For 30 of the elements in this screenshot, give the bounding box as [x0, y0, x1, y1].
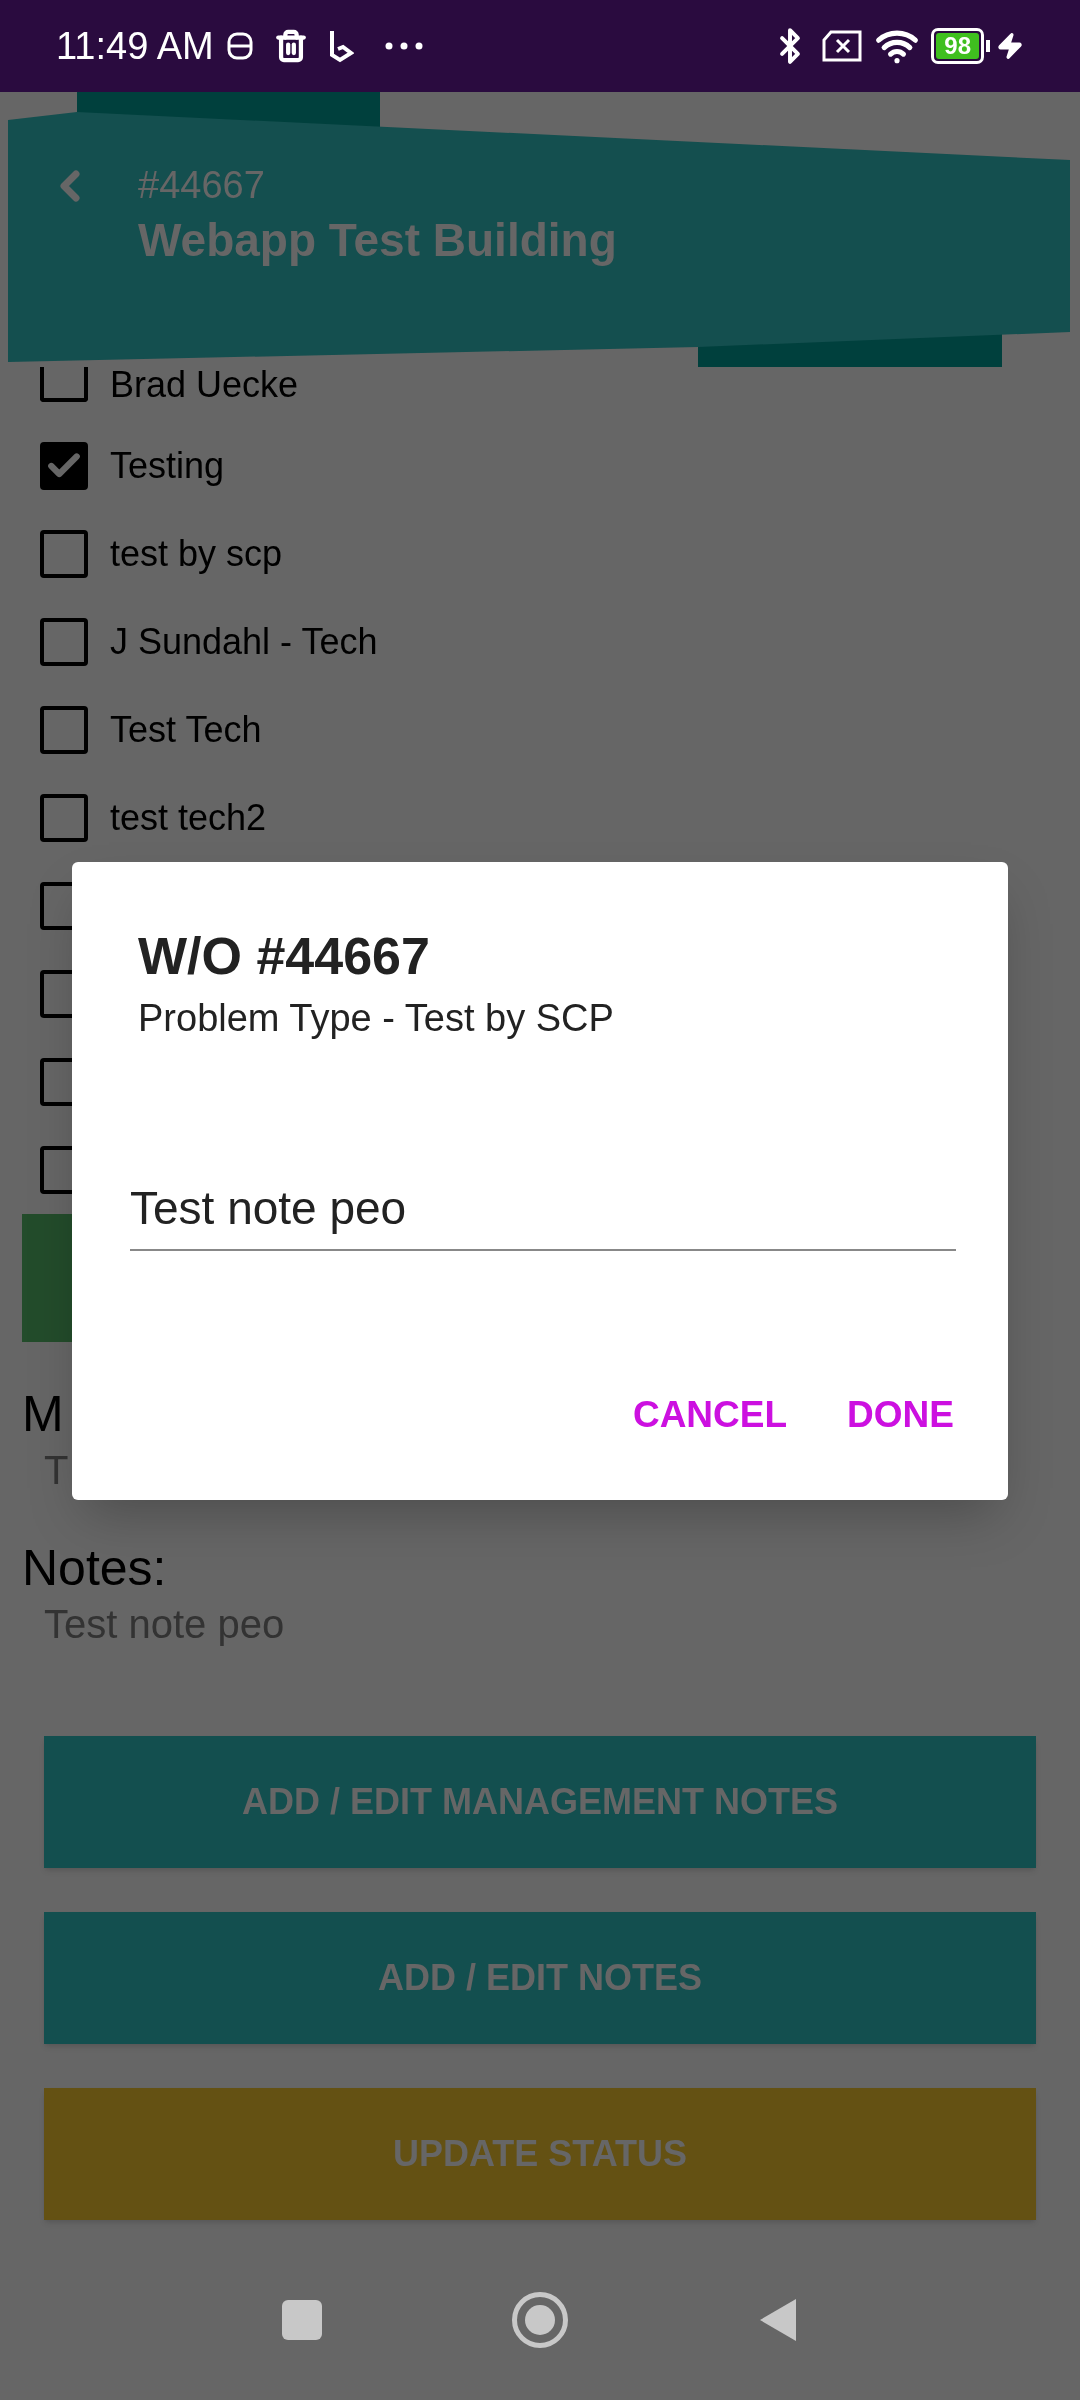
building-title: Webapp Test Building: [138, 213, 617, 268]
dialog-action-button[interactable]: CANCEL: [608, 1372, 812, 1456]
home-icon[interactable]: [512, 2292, 568, 2348]
technician-label: test tech2: [110, 796, 267, 840]
section-label: M: [22, 1385, 64, 1444]
back-icon[interactable]: [758, 2297, 798, 2343]
technician-label: Test Tech: [110, 708, 262, 752]
dialog-title: W/O #44667: [138, 926, 431, 987]
checkbox[interactable]: [40, 442, 88, 490]
notes-label: Notes:: [22, 1539, 168, 1598]
checkbox[interactable]: [40, 706, 88, 754]
robot-icon: [225, 30, 254, 62]
checkbox[interactable]: [40, 367, 88, 402]
checkbox[interactable]: [40, 618, 88, 666]
checkbox[interactable]: [40, 794, 88, 842]
technician-label: test by scp: [110, 532, 283, 576]
checkbox[interactable]: [40, 530, 88, 578]
technician-label: Testing: [110, 444, 225, 488]
dialog-subtitle: Problem Type - Test by SCP: [138, 996, 615, 1041]
more-icon: [383, 41, 424, 51]
clock: 11:49 AM: [56, 23, 214, 69]
work-order-number: #44667: [138, 163, 266, 208]
charging-icon: [996, 32, 1024, 60]
technician-label: Brad Uecke: [110, 367, 299, 402]
note-input-field[interactable]: Test note peo: [130, 1174, 956, 1251]
battery-level: 98: [936, 33, 979, 59]
technician-label: J Sundahl - Tech: [110, 620, 378, 664]
dialog-action-button[interactable]: DONE: [823, 1372, 978, 1456]
sim-off-icon: [821, 30, 864, 62]
trash-icon: [273, 29, 308, 63]
